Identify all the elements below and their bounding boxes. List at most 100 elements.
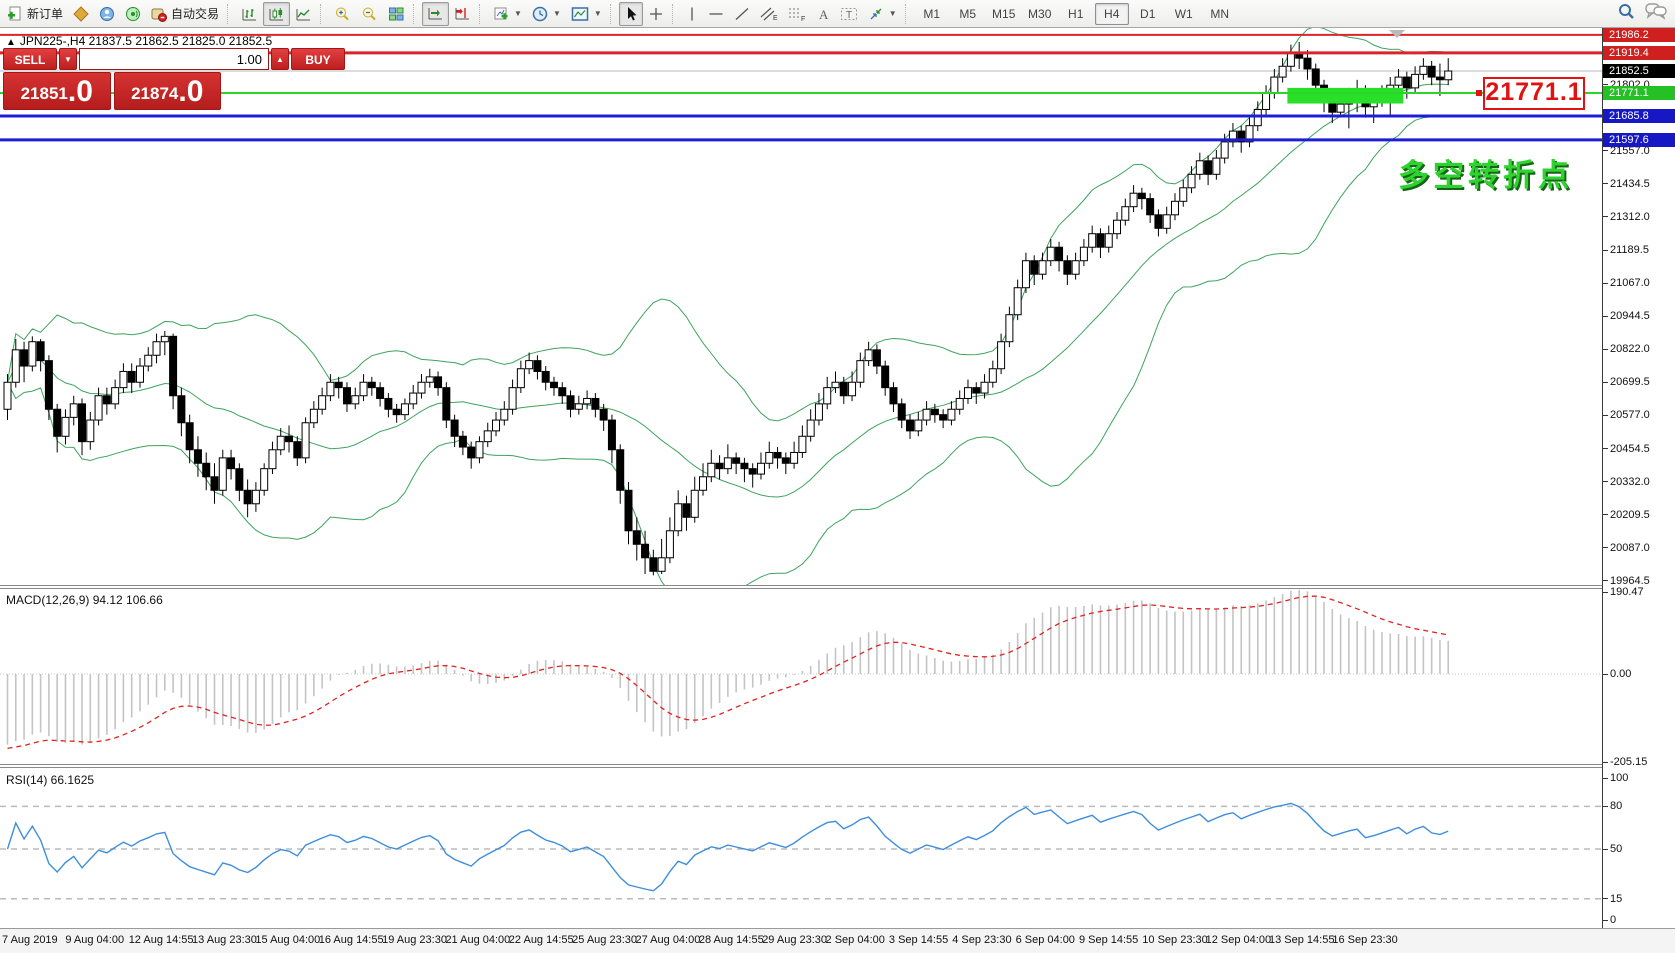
rsi-axis-tick: 15 — [1610, 893, 1622, 905]
price-axis-tick: 20699.5 — [1610, 376, 1650, 388]
date-axis-label: 19 Aug 23:30 — [382, 934, 447, 946]
volume-input[interactable] — [79, 48, 269, 70]
axis-tick-mark — [1603, 448, 1608, 449]
sell-price-button[interactable]: 21851.0 — [3, 72, 111, 110]
bar-chart-button[interactable] — [236, 2, 263, 26]
axis-tick-mark — [1603, 920, 1608, 921]
date-axis-label: 12 Aug 14:55 — [129, 934, 194, 946]
price-axis-tick: 20577.0 — [1610, 409, 1650, 421]
axis-tick-mark — [1603, 415, 1608, 416]
macd-pane[interactable] — [0, 588, 1602, 765]
timeframe-button-W1[interactable]: W1 — [1167, 3, 1201, 25]
svg-text:T: T — [846, 10, 852, 21]
buy-button[interactable]: BUY — [291, 48, 345, 70]
svg-text:A: A — [819, 7, 829, 22]
arrows-button[interactable]: ▼ — [863, 2, 902, 26]
label-button[interactable]: T — [835, 2, 863, 26]
cursor-button[interactable] — [619, 2, 643, 26]
community-button[interactable] — [94, 2, 120, 26]
candlestick-chart-button[interactable] — [263, 2, 290, 26]
bid-price-tag: 21852.5 — [1603, 64, 1675, 78]
toolbar: 新订单 自动交易 — [0, 0, 1675, 28]
toolbar-separator — [672, 4, 678, 24]
equidistant-channel-button[interactable]: E — [755, 2, 783, 26]
rsi-axis-tick: 100 — [1610, 772, 1628, 784]
axis-tick-mark — [1603, 349, 1608, 350]
big-price-label[interactable]: 21771.1 — [1483, 77, 1585, 110]
chart-shift-button[interactable] — [449, 2, 476, 26]
sell-button[interactable]: SELL — [3, 48, 57, 70]
rsi-axis-tick: 80 — [1610, 800, 1622, 812]
line-chart-button[interactable] — [290, 2, 317, 26]
chat-icon[interactable] — [1645, 2, 1667, 25]
signals-button[interactable] — [120, 2, 146, 26]
symbol-header: ▲JPN225-,H4 21837.5 21862.5 21825.0 2185… — [6, 34, 272, 48]
price-axis-tick: 20209.5 — [1610, 509, 1650, 521]
text-button[interactable]: A — [811, 2, 835, 26]
date-axis-label: 4 Sep 23:30 — [952, 934, 1011, 946]
tile-windows-button[interactable] — [383, 2, 410, 26]
timeframe-button-MN[interactable]: MN — [1203, 3, 1237, 25]
chart-annotation-text[interactable]: 多空转折点 — [1398, 150, 1573, 195]
zoom-in-button[interactable] — [329, 2, 356, 26]
periods-clock-button[interactable]: ▼ — [527, 2, 566, 26]
autotrading-label: 自动交易 — [171, 5, 219, 22]
new-order-icon — [7, 6, 23, 22]
price-axis-tick: 20944.5 — [1610, 310, 1650, 322]
horizontal-line-button[interactable] — [703, 2, 729, 26]
price-axis-tick: 21434.5 — [1610, 178, 1650, 190]
timeframe-button-M1[interactable]: M1 — [915, 3, 949, 25]
buy-price-button[interactable]: 21874.0 — [114, 72, 222, 110]
level-price-tag: 21597.6 — [1603, 133, 1675, 147]
axis-tick-mark — [1603, 898, 1608, 899]
axis-tick-mark — [1603, 778, 1608, 779]
zoom-out-button[interactable] — [356, 2, 383, 26]
volume-increase-button[interactable]: ▲ — [271, 48, 289, 70]
axis-tick-mark — [1603, 514, 1608, 515]
date-axis-label: 25 Aug 23:30 — [572, 934, 637, 946]
price-axis-tick: 21312.0 — [1610, 211, 1650, 223]
axis-tick-mark — [1603, 84, 1608, 85]
auto-scroll-button[interactable] — [422, 2, 449, 26]
rsi-label: RSI(14) 66.1625 — [6, 773, 94, 787]
level-price-tag: 21771.1 — [1603, 86, 1675, 100]
autotrading-icon — [151, 6, 167, 22]
price-chart[interactable] — [0, 28, 1602, 587]
volume-decrease-button[interactable]: ▼ — [59, 48, 77, 70]
timeframe-button-M5[interactable]: M5 — [951, 3, 985, 25]
axis-tick-mark — [1603, 150, 1608, 151]
trendline-button[interactable] — [729, 2, 755, 26]
template-button[interactable]: ▼ — [566, 2, 607, 26]
price-axis-tick: 20332.0 — [1610, 476, 1650, 488]
timeframe-button-H1[interactable]: H1 — [1059, 3, 1093, 25]
rsi-pane[interactable] — [0, 767, 1602, 928]
axis-tick-mark — [1603, 849, 1608, 850]
signals-icon — [125, 6, 141, 22]
crosshair-button[interactable] — [643, 2, 669, 26]
axis-tick-mark — [1603, 547, 1608, 548]
axis-tick-mark — [1603, 674, 1608, 675]
vertical-line-button[interactable] — [681, 2, 703, 26]
price-axis-tick: 20087.0 — [1610, 542, 1650, 554]
chart-window[interactable]: ▲JPN225-,H4 21837.5 21862.5 21825.0 2185… — [0, 28, 1675, 953]
new-order-button[interactable]: 新订单 — [2, 2, 68, 26]
timeframe-button-H4[interactable]: H4 — [1095, 3, 1129, 25]
collapse-arrow-icon[interactable]: ▲ — [6, 37, 16, 48]
date-axis[interactable]: 7 Aug 20199 Aug 04:0012 Aug 14:5513 Aug … — [0, 928, 1675, 953]
timeframe-button-D1[interactable]: D1 — [1131, 3, 1165, 25]
chart-shift-marker[interactable] — [1389, 30, 1405, 38]
timeframe-button-M15[interactable]: M15 — [987, 3, 1021, 25]
timeframe-button-M30[interactable]: M30 — [1023, 3, 1057, 25]
price-axis[interactable]: 21802.021679.521557.021434.521312.021189… — [1602, 28, 1675, 928]
search-icon[interactable] — [1617, 2, 1635, 25]
fibonacci-button[interactable]: F — [783, 2, 811, 26]
metaeditor-button[interactable] — [68, 2, 94, 26]
toolbar-separator — [227, 4, 233, 24]
date-axis-label: 13 Sep 14:55 — [1269, 934, 1334, 946]
date-axis-label: 21 Aug 04:00 — [445, 934, 510, 946]
autotrading-button[interactable]: 自动交易 — [146, 2, 224, 26]
date-axis-label: 29 Aug 23:30 — [762, 934, 827, 946]
macd-axis-tick: -205.15 — [1610, 756, 1647, 768]
svg-text:E: E — [773, 15, 778, 22]
new-chart-button[interactable]: ▼ — [488, 2, 527, 26]
